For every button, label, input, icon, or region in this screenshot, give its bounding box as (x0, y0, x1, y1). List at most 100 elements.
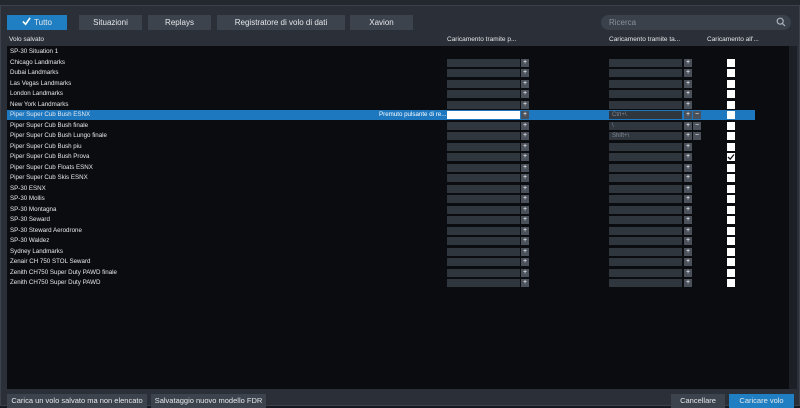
add-button-binding-button[interactable]: + (521, 216, 529, 224)
key-binding-field[interactable] (609, 174, 682, 182)
key-binding-field[interactable] (609, 258, 682, 266)
column-load-by-button[interactable]: Caricamento tramite p... (447, 36, 516, 43)
load-at-start-checkbox[interactable] (727, 258, 735, 266)
add-button-binding-button[interactable]: + (521, 268, 529, 277)
load-at-start-checkbox[interactable] (727, 111, 735, 119)
add-key-binding-button[interactable]: + (684, 279, 692, 287)
add-button-binding-button[interactable]: + (521, 163, 529, 172)
remove-key-binding-button[interactable]: − (693, 121, 701, 130)
button-binding-field[interactable] (447, 111, 520, 119)
add-key-binding-button[interactable]: + (684, 216, 692, 224)
key-binding-field[interactable] (609, 226, 682, 235)
add-key-binding-button[interactable]: + (684, 69, 692, 77)
load-at-start-checkbox[interactable] (727, 216, 735, 224)
button-binding-field[interactable] (447, 90, 520, 98)
button-binding-field[interactable] (447, 163, 520, 172)
add-key-binding-button[interactable]: + (684, 258, 692, 266)
add-button-binding-button[interactable]: + (521, 69, 529, 77)
table-row[interactable]: Sydney Landmarks + + (7, 247, 755, 257)
load-at-start-checkbox[interactable] (727, 100, 735, 109)
add-key-binding-button[interactable]: + (684, 205, 692, 214)
load-at-start-checkbox[interactable] (727, 90, 735, 98)
table-row[interactable]: Zenith CH750 Super Duty PAWD + + (7, 278, 755, 288)
table-row[interactable]: Dubai Landmarks + + (7, 68, 755, 78)
table-row[interactable]: Piper Super Cub Floats ESNX + + (7, 163, 755, 173)
table-row[interactable]: SP-30 Steward Aerodrone + + (7, 226, 755, 236)
key-binding-field[interactable] (609, 69, 682, 77)
table-row[interactable]: Piper Super Cub Bush finale + \ + − (7, 121, 755, 131)
button-binding-field[interactable] (447, 226, 520, 235)
load-at-start-checkbox[interactable] (727, 174, 735, 182)
add-key-binding-button[interactable]: + (684, 79, 692, 88)
tab-flight-data-recorder[interactable]: Registratore di volo di dati (217, 15, 345, 30)
add-key-binding-button[interactable]: + (684, 90, 692, 98)
table-row[interactable]: Piper Super Cub Bush Lungo finale + Shift+… (7, 131, 755, 141)
key-binding-field[interactable] (609, 205, 682, 214)
load-at-start-checkbox[interactable] (727, 163, 735, 172)
table-row[interactable]: SP-30 Waldez + + (7, 236, 755, 246)
add-button-binding-button[interactable]: + (521, 237, 529, 245)
add-button-binding-button[interactable]: + (521, 258, 529, 266)
add-key-binding-button[interactable]: + (684, 111, 692, 119)
load-at-start-checkbox[interactable] (727, 121, 735, 130)
column-load-at-start[interactable]: Caricamento all'... (707, 36, 759, 43)
add-button-binding-button[interactable]: + (521, 279, 529, 287)
key-binding-field[interactable] (609, 100, 682, 109)
table-row[interactable]: Piper Super Cub Bush Prova + + (7, 152, 755, 162)
search-input[interactable]: Ricerca (601, 15, 791, 30)
key-binding-field[interactable] (609, 184, 682, 193)
table-row[interactable]: SP-30 Seward + + (7, 215, 755, 225)
key-binding-field[interactable] (609, 268, 682, 277)
tab-situations[interactable]: Situazioni (79, 15, 142, 30)
button-binding-field[interactable] (447, 237, 520, 245)
button-binding-field[interactable] (447, 132, 520, 140)
key-binding-field[interactable] (609, 195, 682, 203)
load-at-start-checkbox[interactable] (727, 69, 735, 77)
key-binding-field[interactable]: Shift+\ (609, 132, 682, 140)
table-row[interactable]: SP-30 ESNX + + (7, 184, 755, 194)
add-key-binding-button[interactable]: + (684, 58, 692, 67)
add-button-binding-button[interactable]: + (521, 174, 529, 182)
add-key-binding-button[interactable]: + (684, 184, 692, 193)
add-key-binding-button[interactable]: + (684, 237, 692, 245)
add-key-binding-button[interactable]: + (684, 163, 692, 172)
add-button-binding-button[interactable]: + (521, 226, 529, 235)
load-at-start-checkbox[interactable] (727, 237, 735, 245)
add-key-binding-button[interactable]: + (684, 226, 692, 235)
list-scrollbar[interactable] (789, 46, 797, 389)
table-row[interactable]: Zenith CH750 Super Duty PAWD finale + + (7, 268, 755, 278)
load-at-start-checkbox[interactable] (727, 247, 735, 256)
add-button-binding-button[interactable]: + (521, 79, 529, 88)
key-binding-field[interactable] (609, 279, 682, 287)
add-button-binding-button[interactable]: + (521, 205, 529, 214)
remove-key-binding-button[interactable]: − (693, 132, 701, 140)
key-binding-field[interactable]: Ctrl+\ (609, 111, 682, 119)
add-button-binding-button[interactable]: + (521, 142, 529, 151)
button-binding-field[interactable] (447, 58, 520, 67)
add-button-binding-button[interactable]: + (521, 132, 529, 140)
key-binding-field[interactable] (609, 216, 682, 224)
add-button-binding-button[interactable]: + (521, 111, 529, 119)
key-binding-field[interactable] (609, 163, 682, 172)
key-binding-field[interactable] (609, 142, 682, 151)
add-button-binding-button[interactable]: + (521, 100, 529, 109)
button-binding-field[interactable] (447, 121, 520, 130)
column-load-by-key[interactable]: Caricamento tramite ta... (609, 36, 680, 43)
button-binding-field[interactable] (447, 195, 520, 203)
load-at-start-checkbox[interactable] (727, 132, 735, 140)
load-at-start-checkbox[interactable] (727, 205, 735, 214)
load-at-start-checkbox[interactable] (727, 226, 735, 235)
add-button-binding-button[interactable]: + (521, 195, 529, 203)
button-binding-field[interactable] (447, 184, 520, 193)
add-button-binding-button[interactable]: + (521, 184, 529, 193)
add-key-binding-button[interactable]: + (684, 100, 692, 109)
add-button-binding-button[interactable]: + (521, 153, 529, 161)
load-at-start-checkbox[interactable] (727, 142, 735, 151)
key-binding-field[interactable]: \ (609, 121, 682, 130)
add-button-binding-button[interactable]: + (521, 247, 529, 256)
tab-replays[interactable]: Replays (148, 15, 211, 30)
table-row[interactable]: Las Vegas Landmarks + + (7, 79, 755, 89)
table-row[interactable]: Chicago Landmarks + + (7, 58, 755, 68)
button-binding-field[interactable] (447, 153, 520, 161)
add-key-binding-button[interactable]: + (684, 268, 692, 277)
